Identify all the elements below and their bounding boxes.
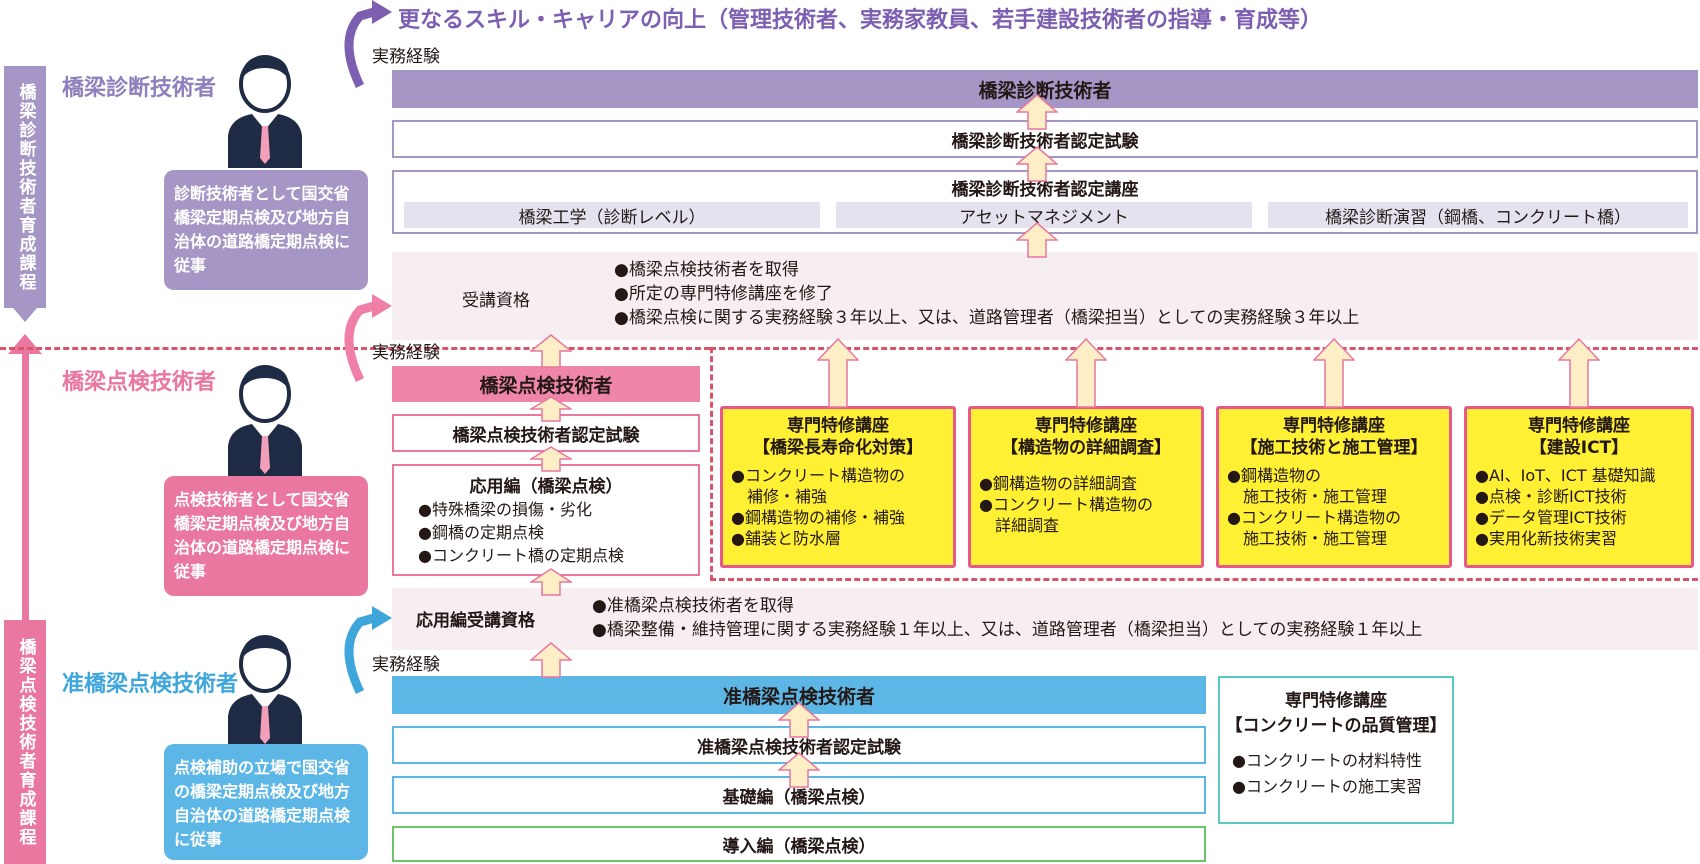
qualification-item: ●橋梁点検技術者を取得 — [614, 260, 799, 280]
special-course-card: 専門特修講座 【橋梁長寿命化対策】 ●コンクリート構造物の 補修・補強 ●鋼構造… — [720, 406, 956, 568]
special-course-item: ●実用化新技術実習 — [1475, 529, 1617, 548]
concrete-course-subtitle: 【コンクリートの品質管理】 — [1225, 716, 1447, 736]
special-course-item: ●鋼構造物の — [1227, 466, 1321, 485]
diagnosis-track: 橋梁診断技術者育成課程 — [4, 66, 46, 308]
up-arrow — [817, 338, 859, 408]
concrete-course-title: 専門特修講座 — [1285, 691, 1387, 711]
special-course-item: 詳細調査 — [979, 516, 1060, 535]
role-label-assistant: 准橋梁点検技術者 — [62, 672, 239, 697]
career-arrow-mid — [344, 294, 392, 382]
course-subject: 橋梁工学（診断レベル） — [404, 202, 820, 228]
experience-label: 実務経験 — [372, 343, 440, 363]
applied-qualification-list: ●准橋梁点検技術者を取得 ●橋梁整備・維持管理に関する実務経験１年以上、又は、道… — [592, 594, 1422, 642]
special-course-title: 専門特修講座 — [1528, 416, 1630, 436]
special-course-subtitle: 【橋梁長寿命化対策】 — [753, 438, 923, 458]
special-course-items: ●鋼構造物の 施工技術・施工管理 ●コンクリート構造物の 施工技術・施工管理 — [1219, 465, 1449, 549]
special-course-item: ●鋼構造物の詳細調査 — [979, 474, 1137, 493]
special-course-subtitle: 【建設ICT】 — [1529, 438, 1629, 458]
up-arrow — [1558, 338, 1600, 408]
special-course-item: ●点検・診断ICT技術 — [1475, 487, 1627, 506]
qualification-item: ●所定の専門特修講座を修了 — [614, 284, 833, 304]
role-label-inspection: 橋梁点検技術者 — [62, 370, 217, 395]
diagnosis-track-arrow-down — [8, 302, 42, 322]
up-arrow — [530, 446, 572, 472]
applied-item: ●鋼橋の定期点検 — [418, 523, 544, 542]
special-course-item: ●コンクリート構造物の — [731, 466, 905, 485]
special-course-subtitle: 【構造物の詳細調査】 — [1001, 438, 1171, 458]
special-course-title: 専門特修講座 — [1035, 416, 1137, 436]
applied-qualification-item: ●准橋梁点検技術者を取得 — [592, 596, 794, 616]
inspection-track: 橋梁点検技術者育成課程 — [4, 620, 46, 864]
up-arrow — [778, 752, 820, 788]
experience-label: 実務経験 — [372, 655, 440, 675]
experience-label: 実務経験 — [372, 47, 440, 67]
special-course-item: ●データ管理ICT技術 — [1475, 508, 1627, 527]
special-course-items: ●鋼構造物の詳細調査 ●コンクリート構造物の 詳細調査 — [971, 473, 1201, 536]
applied-qualification-label: 応用編受講資格 — [416, 611, 535, 631]
inspection-applied-box: 応用編（橋梁点検） ●特殊橋梁の損傷・劣化 ●鋼橋の定期点検 ●コンクリート橋の… — [392, 464, 700, 576]
course-subject: 橋梁診断演習（鋼橋、コンクリート橋） — [1268, 202, 1688, 228]
up-arrow — [1016, 146, 1058, 182]
applied-qualification-item: ●橋梁整備・維持管理に関する実務経験１年以上、又は、道路管理者（橋梁担当）として… — [592, 620, 1423, 640]
career-arrow-bottom — [344, 606, 392, 694]
special-course-item: ●鋼構造物の補修・補強 — [731, 508, 905, 527]
applied-list: ●特殊橋梁の損傷・劣化 ●鋼橋の定期点検 ●コンクリート橋の定期点検 — [394, 498, 698, 567]
applied-item: ●特殊橋梁の損傷・劣化 — [418, 500, 592, 519]
special-course-item: 補修・補強 — [731, 487, 828, 506]
up-arrow — [1065, 338, 1107, 408]
qualification-label: 受講資格 — [462, 291, 530, 311]
special-course-item: ●AI、IoT、ICT 基礎知識 — [1475, 466, 1656, 485]
concrete-course-box: 専門特修講座 【コンクリートの品質管理】 ●コンクリートの材料特性 ●コンクリー… — [1218, 676, 1454, 824]
special-course-title: 専門特修講座 — [1283, 416, 1385, 436]
up-arrow — [778, 702, 820, 738]
role-note-diagnosis: 診断技術者として国交省橋梁定期点検及び地方自治体の道路橋定期点検に従事 — [164, 170, 368, 290]
special-course-card: 専門特修講座 【施工技術と施工管理】 ●鋼構造物の 施工技術・施工管理 ●コンク… — [1216, 406, 1452, 568]
concrete-course-items: ●コンクリートの材料特性 ●コンクリートの施工実習 — [1220, 748, 1452, 800]
person-icon — [228, 635, 302, 748]
applied-item: ●コンクリート橋の定期点検 — [418, 546, 624, 565]
special-course-card: 専門特修講座 【建設ICT】 ●AI、IoT、ICT 基礎知識 ●点検・診断IC… — [1464, 406, 1694, 568]
qualification-item: ●橋梁点検に関する実務経験３年以上、又は、道路管理者（橋梁担当）としての実務経験… — [614, 308, 1360, 328]
up-arrow — [530, 334, 572, 368]
concrete-course-item: ●コンクリートの材料特性 — [1232, 751, 1422, 770]
special-course-items: ●AI、IoT、ICT 基礎知識 ●点検・診断ICT技術 ●データ管理ICT技術… — [1467, 465, 1691, 549]
role-label-diagnosis: 橋梁診断技術者 — [62, 76, 217, 101]
role-note-inspection: 点検技術者として国交省橋梁定期点検及び地方自治体の道路橋定期点検に従事 — [164, 476, 368, 596]
special-course-card: 専門特修講座 【構造物の詳細調査】 ●鋼構造物の詳細調査 ●コンクリート構造物の… — [968, 406, 1204, 568]
up-arrow — [1313, 338, 1355, 408]
person-icon — [228, 55, 302, 168]
special-course-item: 施工技術・施工管理 — [1227, 529, 1388, 548]
up-arrow — [1016, 222, 1058, 258]
concrete-course-item: ●コンクリートの施工実習 — [1232, 777, 1422, 796]
assistant-intro-box: 導入編（橋梁点検） — [392, 826, 1206, 862]
up-arrow — [530, 568, 572, 596]
role-note-assistant: 点検補助の立場で国交省の橋梁定期点検及び地方自治体の道路橋定期点検に従事 — [164, 744, 368, 860]
up-arrow — [530, 396, 572, 422]
applied-qualification-box: 応用編受講資格 ●准橋梁点検技術者を取得 ●橋梁整備・維持管理に関する実務経験１… — [392, 588, 1698, 650]
inspection-track-label: 橋梁点検技術者育成課程 — [15, 637, 36, 847]
special-course-title: 専門特修講座 — [787, 416, 889, 436]
special-course-item: ●舗装と防水層 — [731, 529, 841, 548]
diagnosis-qualification-box: 受講資格 ●橋梁点検技術者を取得 ●所定の専門特修講座を修了 ●橋梁点検に関する… — [392, 252, 1698, 340]
special-course-item: ●コンクリート構造物の — [1227, 508, 1401, 527]
diagnosis-track-label: 橋梁診断技術者育成課程 — [15, 82, 36, 292]
up-arrow — [1016, 94, 1058, 130]
special-course-subtitle: 【施工技術と施工管理】 — [1240, 438, 1428, 458]
inspection-track-shaft — [22, 350, 29, 622]
applied-title: 応用編（橋梁点検） — [469, 476, 623, 497]
up-arrow — [530, 642, 572, 678]
inspection-track-arrow-up — [8, 334, 42, 354]
special-course-item: 施工技術・施工管理 — [1227, 487, 1388, 506]
special-course-item: ●コンクリート構造物の — [979, 495, 1153, 514]
qualification-list: ●橋梁点検技術者を取得 ●所定の専門特修講座を修了 ●橋梁点検に関する実務経験３… — [614, 258, 1359, 330]
career-banner: 更なるスキル・キャリアの向上（管理技術者、実務家教員、若手建設技術者の指導・育成… — [398, 8, 1323, 33]
person-icon — [228, 365, 302, 478]
special-course-items: ●コンクリート構造物の 補修・補強 ●鋼構造物の補修・補強 ●舗装と防水層 — [723, 465, 953, 549]
